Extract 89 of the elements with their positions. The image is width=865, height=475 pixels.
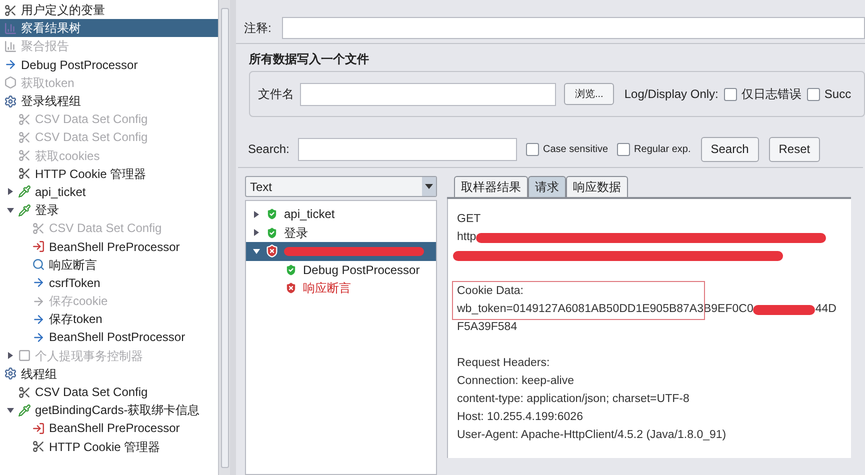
arrow-icon bbox=[32, 276, 45, 290]
tree-item[interactable]: 用户定义的变量 bbox=[0, 1, 218, 20]
scissors-icon bbox=[18, 112, 31, 126]
result-item[interactable]: 响应断言 bbox=[246, 279, 436, 298]
renderer-dropdown[interactable]: Text bbox=[245, 176, 437, 197]
request-text-line: content-type: application/json; charset=UTF-8 bbox=[457, 392, 690, 408]
request-text-line: User-Agent: Apache-HttpClient/4.5.2 (Java/1.8.0_91) bbox=[457, 428, 726, 444]
browse-button[interactable]: 浏览... bbox=[564, 83, 614, 105]
request-text-line: Cookie Data: bbox=[457, 284, 524, 300]
gear-icon bbox=[4, 94, 17, 108]
arrow-icon bbox=[32, 330, 45, 344]
arrow-icon bbox=[32, 312, 45, 326]
tree-item[interactable]: 察看结果树 bbox=[0, 19, 218, 38]
scissors-icon bbox=[18, 167, 31, 180]
expanded-caret-icon[interactable] bbox=[253, 248, 260, 255]
tree-item[interactable]: BeanShell PreProcessor bbox=[0, 419, 218, 438]
arrow-icon bbox=[32, 294, 45, 308]
reset-button[interactable]: Reset bbox=[768, 136, 820, 162]
log-display-label: Log/Display Only: bbox=[624, 86, 718, 103]
expanded-caret-icon[interactable] bbox=[7, 206, 14, 214]
chart-icon bbox=[4, 40, 17, 53]
tree-item[interactable]: 登录线程组 bbox=[0, 92, 218, 110]
tree-item[interactable]: 线程组 bbox=[0, 364, 218, 383]
request-text-line: 44D bbox=[815, 302, 836, 318]
tree-item[interactable]: Debug PostProcessor bbox=[0, 56, 218, 74]
comment-label: 注释: bbox=[244, 20, 272, 37]
scissors-icon bbox=[32, 440, 45, 454]
tab[interactable]: 响应数据 bbox=[566, 176, 628, 197]
request-text-line: F5A39F584 bbox=[457, 320, 518, 336]
tree-item[interactable]: 保存token bbox=[0, 310, 218, 328]
checkbox[interactable] bbox=[807, 88, 820, 100]
magnifier-icon bbox=[32, 258, 45, 272]
section-title: 所有数据写入一个文件 bbox=[249, 51, 370, 66]
option-label: Succ bbox=[824, 86, 852, 103]
result-item[interactable]: 登录 bbox=[246, 224, 436, 242]
tree-item[interactable]: BeanShell PostProcessor bbox=[0, 328, 218, 347]
tree-item[interactable]: 登录 bbox=[0, 201, 218, 220]
option-label: 仅日志错误 bbox=[741, 86, 802, 103]
search-label: Search: bbox=[248, 141, 290, 158]
file-name-field[interactable] bbox=[300, 82, 556, 106]
gear-icon bbox=[4, 367, 17, 380]
tab[interactable]: 请求 bbox=[528, 176, 566, 197]
collapsed-caret-icon[interactable] bbox=[253, 229, 260, 236]
option-label: Case sensitive bbox=[543, 142, 608, 156]
tree-item[interactable]: HTTP Cookie 管理器 bbox=[0, 164, 218, 183]
pipette-icon bbox=[18, 185, 31, 198]
tree-item[interactable]: getBindingCards-获取绑卡信息 bbox=[0, 401, 218, 420]
redaction-mark bbox=[753, 305, 816, 315]
pipette-icon bbox=[18, 404, 31, 417]
tree-item[interactable]: BeanShell PreProcessor bbox=[0, 237, 218, 256]
collapsed-caret-icon[interactable] bbox=[253, 210, 260, 218]
search-field[interactable] bbox=[298, 138, 517, 160]
tree-item[interactable]: 响应断言 bbox=[0, 256, 218, 274]
option-label: Regular exp. bbox=[634, 142, 691, 156]
tree-item[interactable]: HTTP Cookie 管理器 bbox=[0, 438, 218, 456]
tree-item[interactable]: api_ticket bbox=[0, 182, 218, 202]
file-name-label: 文件名 bbox=[258, 86, 294, 103]
search-button[interactable]: Search bbox=[700, 136, 759, 162]
request-text-line: Connection: keep-alive bbox=[457, 374, 574, 390]
scissors-icon bbox=[18, 130, 31, 144]
checkbox[interactable] bbox=[617, 142, 630, 156]
scissors-icon bbox=[18, 149, 31, 162]
collapsed-caret-icon[interactable] bbox=[7, 188, 14, 196]
checkbox[interactable] bbox=[526, 142, 539, 156]
result-item[interactable]: api_ticket bbox=[246, 205, 436, 224]
result-item[interactable] bbox=[246, 242, 436, 260]
scissors-icon bbox=[4, 4, 17, 17]
request-text-line: Request Headers: bbox=[457, 356, 550, 372]
request-text-line: Host: 10.255.4.199:6026 bbox=[457, 410, 583, 426]
checkbox[interactable] bbox=[724, 88, 738, 100]
arrow-icon bbox=[4, 58, 17, 72]
tree-item[interactable]: CSV Data Set Config bbox=[0, 382, 218, 402]
pipette-icon bbox=[18, 204, 31, 217]
expanded-caret-icon[interactable] bbox=[7, 406, 14, 414]
square-icon bbox=[18, 349, 31, 362]
request-text-line: http bbox=[457, 230, 476, 246]
scissors-icon bbox=[32, 222, 45, 235]
tree-item[interactable]: csrfToken bbox=[0, 274, 218, 292]
arrow-in-icon bbox=[32, 240, 45, 254]
result-item[interactable]: Debug PostProcessor bbox=[246, 260, 436, 279]
arrow-in-icon bbox=[32, 422, 45, 435]
hexagon-icon bbox=[4, 76, 17, 90]
comment-field[interactable] bbox=[282, 17, 865, 39]
scrollbar[interactable] bbox=[218, 0, 230, 475]
tab[interactable]: 取样器结果 bbox=[454, 176, 528, 197]
dropdown-caret-icon[interactable] bbox=[422, 177, 436, 196]
chart-icon bbox=[4, 22, 17, 35]
scissors-icon bbox=[18, 386, 31, 399]
request-text-line: GET bbox=[457, 212, 481, 228]
